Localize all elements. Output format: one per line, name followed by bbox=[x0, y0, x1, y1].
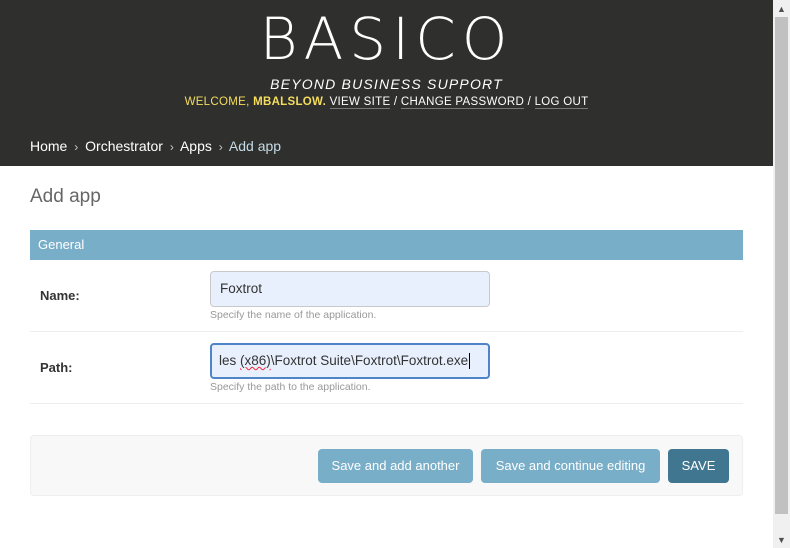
breadcrumb-current: Add app bbox=[228, 138, 282, 154]
path-value-spellcheck: (x86) bbox=[240, 353, 271, 368]
view-site-link[interactable]: VIEW SITE bbox=[329, 96, 391, 109]
fieldset-title: General bbox=[30, 230, 743, 260]
general-fieldset: General Name: Foxtrot Specify the name o… bbox=[30, 230, 743, 404]
log-out-link[interactable]: LOG OUT bbox=[534, 96, 589, 109]
name-label: Name: bbox=[40, 288, 80, 303]
breadcrumb-separator: › bbox=[169, 140, 174, 154]
text-caret bbox=[469, 353, 471, 370]
welcome-text: WELCOME, bbox=[184, 96, 250, 108]
save-and-add-another-button[interactable]: Save and add another bbox=[318, 449, 473, 483]
admin-page: BASICO BEYOND BUSINESS SUPPORT WELCOME, … bbox=[0, 0, 773, 548]
breadcrumb-apps[interactable]: Apps bbox=[180, 138, 212, 154]
breadcrumb: Home › Orchestrator › Apps › Add app bbox=[30, 138, 281, 154]
path-help-text: Specify the path to the application. bbox=[210, 381, 371, 393]
submit-row: Save and add another Save and continue e… bbox=[30, 435, 743, 496]
form-row-path: Path: les (x86)\Foxtrot Suite\Foxtrot\Fo… bbox=[30, 332, 743, 404]
save-and-continue-editing-button[interactable]: Save and continue editing bbox=[481, 449, 660, 483]
site-logo[interactable]: BASICO bbox=[0, 8, 773, 70]
breadcrumb-separator: › bbox=[74, 140, 79, 154]
breadcrumb-home[interactable]: Home bbox=[30, 138, 67, 154]
triangle-down-icon[interactable]: ▼ bbox=[773, 531, 790, 548]
breadcrumb-orchestrator[interactable]: Orchestrator bbox=[85, 138, 163, 154]
site-tagline: BEYOND BUSINESS SUPPORT bbox=[270, 76, 503, 92]
separator: / bbox=[527, 96, 532, 108]
breadcrumb-separator: › bbox=[218, 140, 223, 154]
save-button[interactable]: SAVE bbox=[668, 449, 729, 483]
path-input[interactable]: les (x86)\Foxtrot Suite\Foxtrot\Foxtrot.… bbox=[210, 343, 490, 379]
scrollbar-thumb[interactable] bbox=[775, 17, 788, 514]
separator: / bbox=[393, 96, 398, 108]
path-label: Path: bbox=[40, 360, 73, 375]
vertical-scrollbar[interactable]: ▲ ▼ bbox=[773, 0, 790, 548]
triangle-up-icon[interactable]: ▲ bbox=[773, 0, 790, 17]
username: MBALSLOW bbox=[253, 96, 323, 108]
site-header: BASICO BEYOND BUSINESS SUPPORT WELCOME, … bbox=[0, 0, 773, 166]
path-value-suffix: \Foxtrot Suite\Foxtrot\Foxtrot.exe bbox=[270, 353, 469, 368]
change-password-link[interactable]: CHANGE PASSWORD bbox=[400, 96, 525, 109]
path-value-prefix: les bbox=[219, 353, 241, 368]
user-tools: WELCOME, MBALSLOW. VIEW SITE / CHANGE PA… bbox=[184, 96, 589, 109]
form-row-name: Name: Foxtrot Specify the name of the ap… bbox=[30, 260, 743, 332]
name-help-text: Specify the name of the application. bbox=[210, 309, 377, 321]
page-title: Add app bbox=[30, 186, 101, 207]
name-input[interactable]: Foxtrot bbox=[210, 271, 490, 307]
